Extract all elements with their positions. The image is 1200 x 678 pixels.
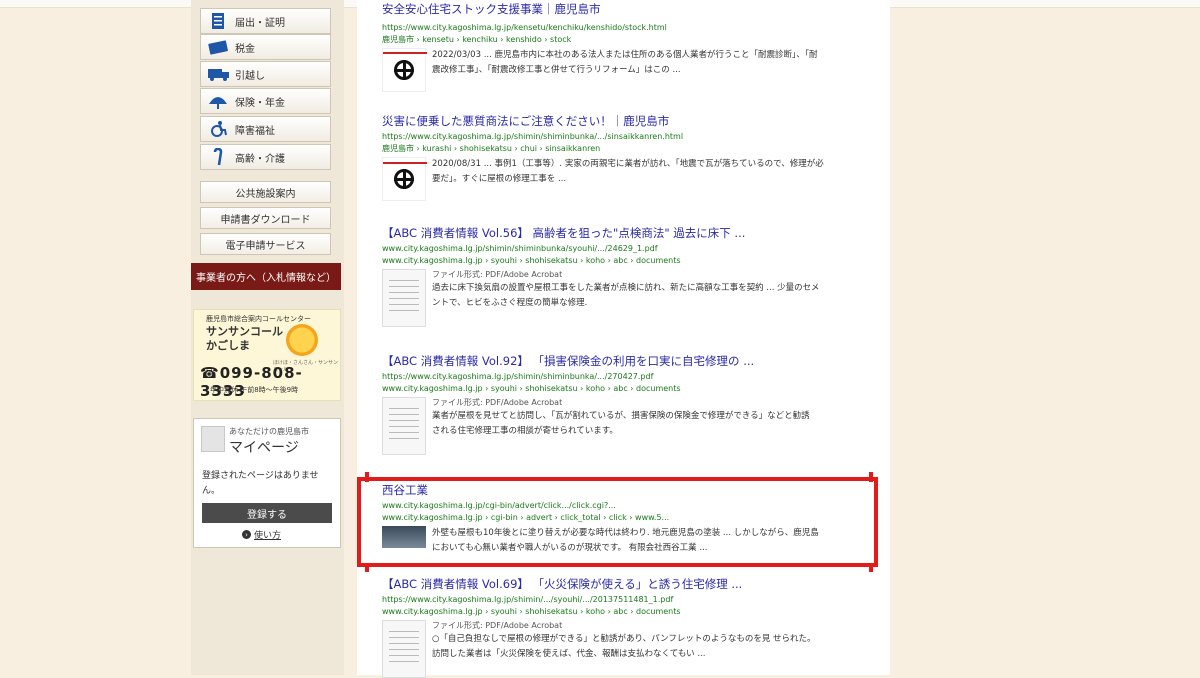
call-center-header: 鹿児島市総合案内コールセンター — [206, 315, 311, 323]
result-snippet: ファイル形式: PDF/Adobe Acrobat 過去に床下換気扇の設置や屋根… — [432, 269, 862, 327]
snippet-line: 震改修工事」、「耐震改修工事と併せて行うリフォーム」はこの ... — [432, 65, 681, 75]
result-title-link[interactable]: 【ABC 消費者情報 Vol.69】 「火災保険が使える」と誘う住宅修理 ... — [382, 577, 872, 591]
call-center-title-line1: サンサンコール — [206, 325, 283, 338]
truck-icon — [207, 64, 229, 84]
search-results-panel — [357, 0, 890, 675]
call-center-hours: 年中無休 午前8時〜午後9時 — [210, 386, 299, 394]
sidebar-item-moving[interactable]: 引越し — [200, 61, 331, 87]
document-icon — [207, 11, 229, 31]
call-center-title: サンサンコール かごしま — [206, 325, 283, 353]
sidebar-item-tax[interactable]: 税金 — [200, 34, 331, 60]
result-title-link[interactable]: 【ABC 消費者情報 Vol.56】 高齢者を狙った"点検商法" 過去に床下 .… — [382, 226, 872, 240]
mypage-empty-text: 登録されたページはありません。 — [202, 471, 319, 496]
notebook-icon — [201, 426, 225, 452]
thumbnail-accent-line — [383, 162, 427, 164]
pdf-thumbnail[interactable] — [382, 397, 426, 455]
arrow-right-icon: › — [242, 530, 251, 539]
search-result: 災害に便乗した悪質商法にご注意ください！｜鹿児島市 https://www.ci… — [382, 114, 872, 201]
result-url: https://www.city.kagoshima.lg.jp/shimin/… — [382, 595, 674, 604]
sidebar-item-welfare[interactable]: 障害福祉 — [200, 116, 331, 142]
help-link-label: 使い方 — [254, 531, 282, 541]
snippet-line: 要だ」。すぐに屋根の修理工事を ... — [432, 174, 567, 184]
sidebar-item-label: 高齢・介護 — [235, 153, 285, 165]
call-center-banner[interactable]: 鹿児島市総合案内コールセンター サンサンコール かごしま ほけほ・さんさん・サン… — [193, 309, 341, 401]
highlight-corner-tick — [869, 563, 873, 572]
application-download-link[interactable]: 申請書ダウンロード — [200, 207, 331, 229]
search-result: 【ABC 消費者情報 Vol.56】 高齢者を狙った"点検商法" 過去に床下 .… — [382, 226, 872, 327]
snippet-line: 2022/03/03 ... 鹿児島市内に本社のある法人または住所のある個人業者… — [432, 50, 818, 60]
business-info-button[interactable]: 事業者の方へ（入札情報など） — [191, 263, 341, 290]
result-title-link[interactable]: 災害に便乗した悪質商法にご注意ください！｜鹿児島市 — [382, 114, 872, 128]
result-breadcrumb: www.city.kagoshima.lg.jp › syouhi › shoh… — [382, 384, 681, 393]
file-type: ファイル形式: PDF/Adobe Acrobat — [432, 270, 563, 279]
sidebar-item-label: 届出・証明 — [235, 17, 285, 29]
cane-icon — [207, 147, 229, 167]
highlight-corner-tick — [365, 472, 369, 482]
register-button[interactable]: 登録する — [202, 503, 332, 523]
result-breadcrumb: www.city.kagoshima.lg.jp › syouhi › shoh… — [382, 256, 681, 265]
snippet-line: される住宅修理工事の相談が寄せられています。 — [432, 426, 618, 436]
snippet-line: 2020/08/31 ... 事例1（工事等）. 実家の両親宅に業者が訪れ、「地… — [432, 159, 824, 169]
result-snippet: 2022/03/03 ... 鹿児島市内に本社のある法人または住所のある個人業者… — [432, 48, 862, 92]
result-url: https://www.city.kagoshima.lg.jp/kensetu… — [382, 23, 667, 32]
result-breadcrumb: 鹿児島市 › kurashi › shohisekatsu › chui › s… — [382, 144, 601, 153]
sidebar-item-label: 引越し — [235, 70, 265, 82]
result-url: www.city.kagoshima.lg.jp/shimin/shiminbu… — [382, 244, 658, 253]
mypage-title: マイページ — [229, 440, 299, 456]
search-result: 【ABC 消費者情報 Vol.92】 「損害保険金の利用を口実に自宅修理の ..… — [382, 354, 872, 455]
red-highlight-box — [357, 477, 878, 567]
help-link[interactable]: › 使い方 — [242, 528, 281, 541]
search-result: 【ABC 消費者情報 Vol.69】 「火災保険が使える」と誘う住宅修理 ...… — [382, 577, 872, 678]
snippet-line: 過去に床下換気扇の設置や屋根工事をした業者が点検に訪れ、新たに高額な工事を契約 … — [432, 283, 820, 293]
thumbnail-accent-line — [383, 52, 427, 54]
snippet-line: ○「自己負担なしで屋根の修理ができる」と勧誘があり、パンフレットのようなものを見… — [432, 634, 816, 644]
umbrella-icon — [207, 91, 229, 111]
sidebar-item-label: 税金 — [235, 43, 255, 55]
kagoshima-emblem-icon[interactable] — [382, 48, 426, 92]
result-url: https://www.city.kagoshima.lg.jp/shimin/… — [382, 372, 654, 381]
result-snippet: 2020/08/31 ... 事例1（工事等）. 実家の両親宅に業者が訪れ、「地… — [432, 157, 862, 201]
call-center-title-line2: かごしま — [206, 339, 250, 352]
result-snippet: ファイル形式: PDF/Adobe Acrobat ○「自己負担なしで屋根の修理… — [432, 620, 862, 678]
sidebar-item-insurance[interactable]: 保険・年金 — [200, 88, 331, 114]
file-type: ファイル形式: PDF/Adobe Acrobat — [432, 398, 563, 407]
result-breadcrumb: 鹿児島市 › kensetu › kenchiku › kenshido › s… — [382, 35, 572, 44]
sidebar-item-registration[interactable]: 届出・証明 — [200, 8, 331, 34]
result-snippet: ファイル形式: PDF/Adobe Acrobat 業者が屋根を見せてと訪問し、… — [432, 397, 862, 455]
sun-mascot-icon — [286, 324, 318, 356]
phone-icon: ☎ — [200, 364, 220, 382]
pdf-thumbnail[interactable] — [382, 269, 426, 327]
snippet-line: ントで、ヒビをふさぐ程度の簡単な修理. — [432, 298, 588, 308]
result-url: https://www.city.kagoshima.lg.jp/shimin/… — [382, 132, 684, 141]
card-icon — [207, 37, 229, 57]
public-facilities-link[interactable]: 公共施設案内 — [200, 181, 331, 203]
snippet-line: 訪問した業者は「火災保険を使えば、代金、報酬は支払わなくてもい ... — [432, 649, 706, 659]
snippet-line: 業者が屋根を見せてと訪問し、「瓦が割れているが、損害保険の保険金で修理ができる」… — [432, 411, 810, 421]
sidebar-item-label: 障害福祉 — [235, 125, 275, 137]
sidebar-item-elderly[interactable]: 高齢・介護 — [200, 144, 331, 170]
sidebar-item-label: 保険・年金 — [235, 97, 285, 109]
mypage-header: あなただけの鹿児島市 — [229, 427, 309, 436]
mypage-panel: あなただけの鹿児島市 マイページ 登録されたページはありません。 登録する › … — [193, 418, 341, 548]
file-type: ファイル形式: PDF/Adobe Acrobat — [432, 621, 563, 630]
result-title-link[interactable]: 【ABC 消費者情報 Vol.92】 「損害保険金の利用を口実に自宅修理の ..… — [382, 354, 872, 368]
e-application-link[interactable]: 電子申請サービス — [200, 233, 331, 255]
highlight-corner-tick — [869, 472, 873, 482]
wheelchair-icon — [207, 119, 229, 139]
result-breadcrumb: www.city.kagoshima.lg.jp › syouhi › shoh… — [382, 607, 681, 616]
pdf-thumbnail[interactable] — [382, 620, 426, 678]
highlight-corner-tick — [365, 563, 369, 572]
search-result: 安全安心住宅ストック支援事業｜鹿児島市 https://www.city.kag… — [382, 2, 872, 92]
result-title-link[interactable]: 安全安心住宅ストック支援事業｜鹿児島市 — [382, 2, 872, 16]
